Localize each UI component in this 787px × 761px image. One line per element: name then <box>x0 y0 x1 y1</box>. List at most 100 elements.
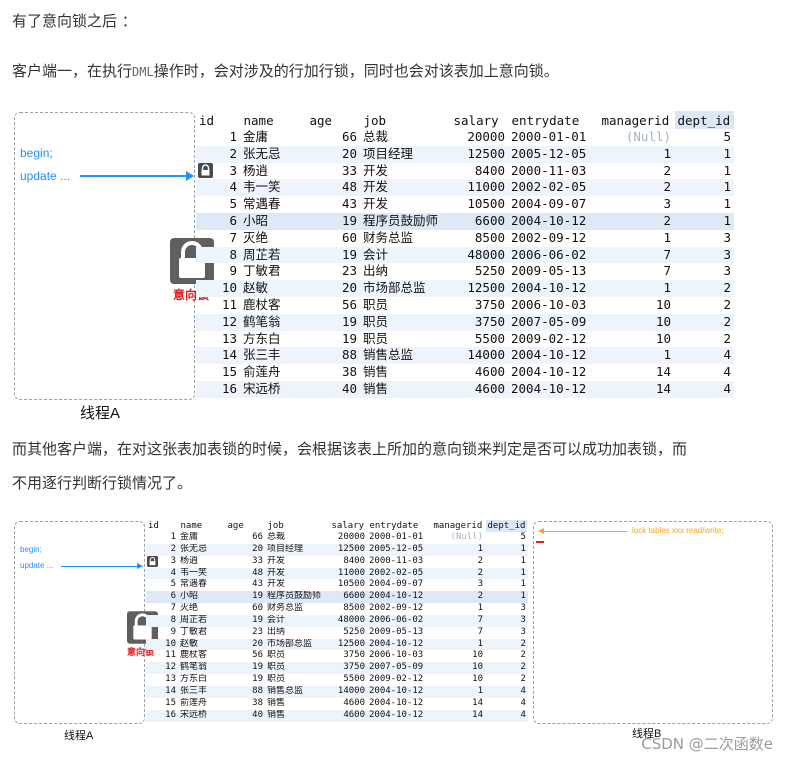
cell-name-2[interactable]: 鹿杖客 <box>178 650 225 662</box>
cell-dept_id[interactable]: 1 <box>674 145 734 163</box>
cell-managerid[interactable]: 10 <box>598 331 674 348</box>
cell-name-2[interactable]: 周芷若 <box>178 614 225 627</box>
cell-age-2[interactable]: 19 <box>225 662 265 675</box>
cell-entrydate-2[interactable]: 2007-05-09 <box>367 662 431 675</box>
cell-entrydate-2[interactable]: 2005-12-05 <box>367 543 431 556</box>
cell-age[interactable]: 19 <box>306 313 360 331</box>
cell-entrydate-2[interactable]: 2004-09-07 <box>367 579 431 591</box>
cell-dept_id[interactable]: 2 <box>674 280 734 297</box>
cell-managerid[interactable]: 1 <box>598 347 674 365</box>
cell-job[interactable]: 项目经理 <box>360 145 450 163</box>
cell-age[interactable]: 19 <box>306 246 360 264</box>
cell-salary[interactable]: 12500 <box>450 145 508 163</box>
cell-age-2[interactable]: 19 <box>225 591 265 604</box>
cell-job-2[interactable]: 项目经理 <box>265 543 329 556</box>
cell-salary-2[interactable]: 3750 <box>329 662 367 675</box>
cell-id-2[interactable]: 16 <box>146 709 178 722</box>
cell-age[interactable]: 43 <box>306 196 360 213</box>
cell-id-2[interactable]: 12 <box>146 662 178 675</box>
cell-age[interactable]: 56 <box>306 297 360 314</box>
cell-managerid[interactable]: 2 <box>598 212 674 230</box>
cell-name-2[interactable]: 张三丰 <box>178 685 225 698</box>
cell-job[interactable]: 出纳 <box>360 263 450 280</box>
cell-entrydate[interactable]: 2004-10-12 <box>508 280 598 297</box>
cell-entrydate[interactable]: 2005-12-05 <box>508 145 598 163</box>
cell-managerid[interactable]: 1 <box>598 280 674 297</box>
table-row[interactable]: 16 宋远桥 40 销售 4600 2004-10-12 14 4 <box>196 380 734 398</box>
cell-dept_id[interactable]: 3 <box>674 230 734 247</box>
cell-age[interactable]: 40 <box>306 380 360 398</box>
cell-managerid[interactable]: 10 <box>598 297 674 314</box>
cell-name[interactable]: 杨逍 <box>240 163 306 180</box>
cell-id-2[interactable]: 8 <box>146 614 178 627</box>
cell-id-2[interactable]: 13 <box>146 674 178 686</box>
cell-salary[interactable]: 4600 <box>450 380 508 398</box>
cell-managerid-2[interactable]: 10 <box>431 674 485 686</box>
cell-salary-2[interactable]: 3750 <box>329 650 367 662</box>
cell-entrydate-2[interactable]: 2009-02-12 <box>367 674 431 686</box>
cell-name[interactable]: 张三丰 <box>240 347 306 365</box>
column-header-name-2[interactable]: name <box>178 520 226 532</box>
cell-id-2[interactable]: 11 <box>146 650 178 662</box>
cell-entrydate-2[interactable]: 2004-10-12 <box>367 698 431 710</box>
cell-entrydate-2[interactable]: 2004-10-12 <box>367 591 431 604</box>
cell-managerid[interactable]: 10 <box>598 313 674 331</box>
cell-age[interactable]: 38 <box>306 364 360 381</box>
cell-managerid-2[interactable]: 7 <box>431 614 485 627</box>
table-row-2[interactable]: 7 灭绝 60 财务总监 8500 2002-09-12 1 3 <box>146 603 528 615</box>
cell-dept_id-2[interactable]: 1 <box>485 591 528 604</box>
cell-salary-2[interactable]: 4600 <box>329 698 367 710</box>
cell-entrydate[interactable]: 2004-09-07 <box>508 196 598 213</box>
cell-id[interactable]: 6 <box>196 212 240 230</box>
cell-name-2[interactable]: 赵敏 <box>178 638 225 651</box>
cell-job[interactable]: 职员 <box>360 297 450 314</box>
cell-id[interactable]: 8 <box>196 246 240 264</box>
cell-dept_id[interactable]: 1 <box>674 212 734 230</box>
cell-managerid-2[interactable]: 2 <box>431 567 485 580</box>
cell-dept_id-2[interactable]: 2 <box>485 662 528 675</box>
cell-managerid[interactable]: 7 <box>598 246 674 264</box>
cell-name[interactable]: 鹤笔翁 <box>240 313 306 331</box>
cell-job[interactable]: 销售 <box>360 364 450 381</box>
cell-dept_id[interactable]: 1 <box>674 196 734 213</box>
table-row-2[interactable]: 16 宋远桥 40 销售 4600 2004-10-12 14 4 <box>146 709 528 722</box>
cell-dept_id[interactable]: 2 <box>674 313 734 331</box>
cell-id-2[interactable]: 14 <box>146 685 178 698</box>
column-header-managerid[interactable]: managerid <box>598 111 675 129</box>
cell-name-2[interactable]: 宋远桥 <box>178 709 225 722</box>
cell-salary[interactable]: 3750 <box>450 297 508 314</box>
cell-age-2[interactable]: 33 <box>225 556 265 568</box>
cell-job[interactable]: 职员 <box>360 331 450 348</box>
cell-age-2[interactable]: 48 <box>225 567 265 580</box>
cell-managerid[interactable]: 7 <box>598 263 674 280</box>
cell-job-2[interactable]: 总裁 <box>265 532 329 544</box>
cell-salary-2[interactable]: 4600 <box>329 709 367 722</box>
cell-dept_id-2[interactable]: 5 <box>485 532 528 544</box>
cell-managerid[interactable]: 2 <box>598 179 674 197</box>
table-row[interactable]: 9 丁敏君 23 出纳 5250 2009-05-13 7 3 <box>196 263 734 280</box>
cell-dept_id-2[interactable]: 1 <box>485 543 528 556</box>
cell-name-2[interactable]: 俞莲舟 <box>178 698 225 710</box>
cell-age-2[interactable]: 38 <box>225 698 265 710</box>
cell-age-2[interactable]: 19 <box>225 674 265 686</box>
cell-dept_id[interactable]: 3 <box>674 263 734 280</box>
cell-age[interactable]: 48 <box>306 179 360 197</box>
cell-managerid-2[interactable]: 7 <box>431 627 485 639</box>
cell-name[interactable]: 张无忌 <box>240 145 306 163</box>
cell-entrydate[interactable]: 2004-10-12 <box>508 380 598 398</box>
cell-entrydate[interactable]: 2004-10-12 <box>508 212 598 230</box>
cell-salary[interactable]: 8500 <box>450 230 508 247</box>
cell-id-2[interactable]: 7 <box>146 603 178 615</box>
table-row[interactable]: 15 俞莲舟 38 销售 4600 2004-10-12 14 4 <box>196 364 734 381</box>
cell-managerid[interactable]: 14 <box>598 380 674 398</box>
column-header-age-2[interactable]: age <box>225 520 266 532</box>
cell-age[interactable]: 19 <box>306 212 360 230</box>
cell-name[interactable]: 周芷若 <box>240 246 306 264</box>
cell-name[interactable]: 俞莲舟 <box>240 364 306 381</box>
cell-salary[interactable]: 11000 <box>450 179 508 197</box>
cell-job[interactable]: 市场部总监 <box>360 280 450 297</box>
table-row-2[interactable]: 9 丁敏君 23 出纳 5250 2009-05-13 7 3 <box>146 627 528 639</box>
cell-job[interactable]: 开发 <box>360 179 450 197</box>
cell-job[interactable]: 销售 <box>360 380 450 398</box>
cell-salary-2[interactable]: 12500 <box>329 638 367 651</box>
